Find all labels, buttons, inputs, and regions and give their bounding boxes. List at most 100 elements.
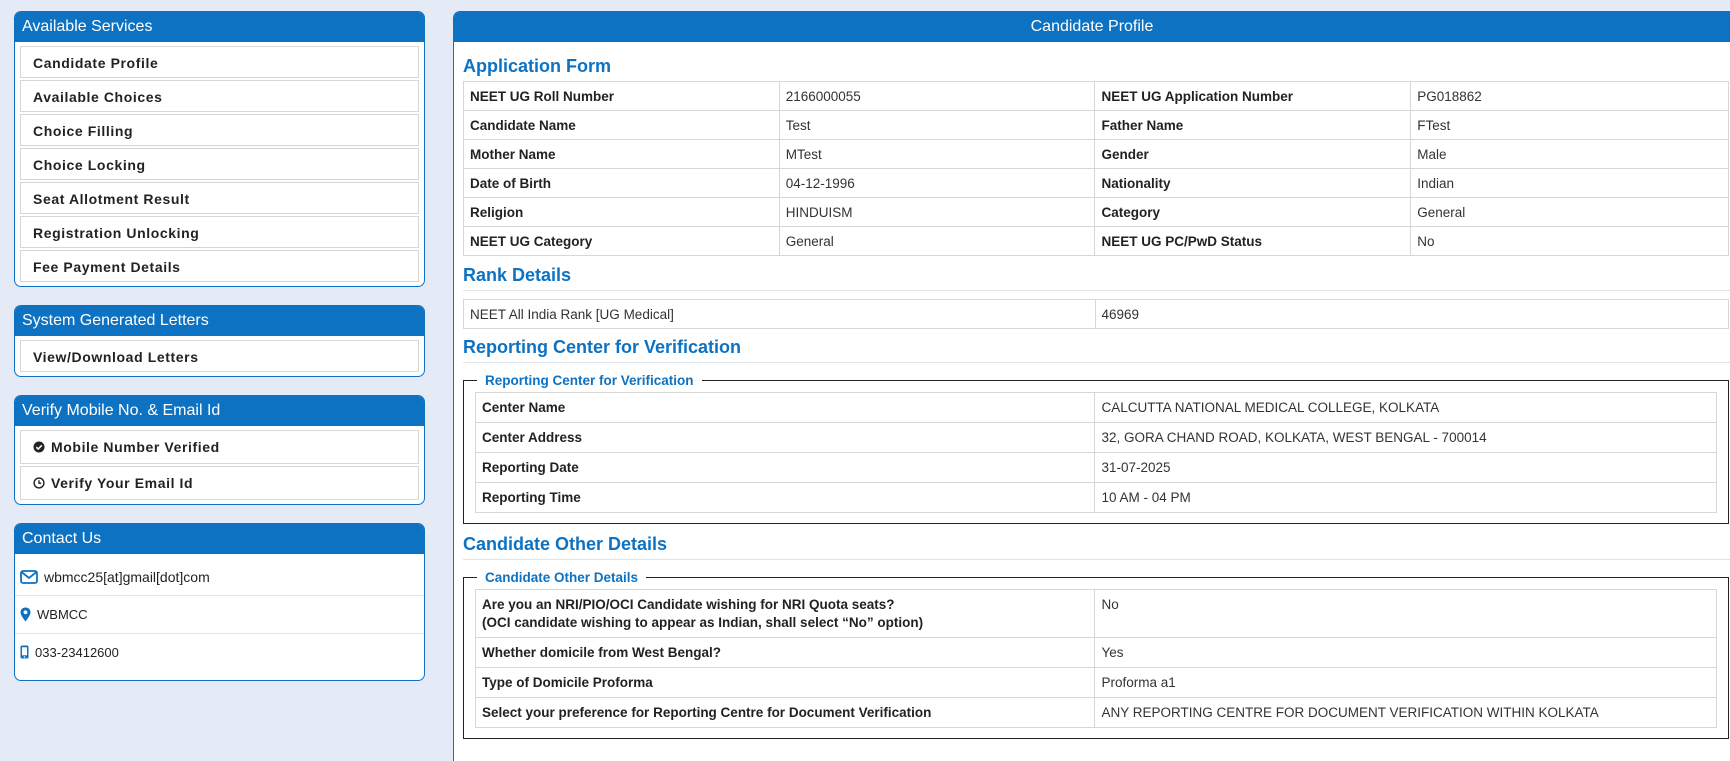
contact-phone: 033-23412600	[35, 644, 119, 660]
contact-email-row[interactable]: wbmcc25[at]gmail[dot]com	[15, 558, 424, 596]
menu-item-available-choices[interactable]: Available Choices	[20, 80, 419, 112]
table-row: Mother Name MTest Gender Male	[463, 139, 1729, 169]
field-label: Religion	[463, 197, 780, 227]
clock-icon	[33, 477, 45, 489]
contact-org-row: WBMCC	[15, 596, 424, 634]
check-circle-icon	[33, 441, 45, 453]
field-value: No	[1410, 226, 1729, 256]
rank-value: 46969	[1094, 299, 1729, 329]
table-row: NEET All India Rank [UG Medical] 46969	[463, 299, 1729, 329]
rank-details-title: Rank Details	[463, 265, 572, 285]
field-label: Center Name	[474, 392, 1096, 423]
map-marker-icon	[20, 607, 31, 622]
field-label: Mother Name	[463, 139, 780, 169]
field-value: 32, GORA CHAND ROAD, KOLKATA, WEST BENGA…	[1094, 422, 1717, 453]
table-row: NEET UG Category General NEET UG PC/PwD St…	[463, 226, 1729, 256]
nri-question-line1: Are you an NRI/PIO/OCI Candidate wishing…	[482, 596, 895, 612]
contact-panel-title: Contact Us	[15, 524, 424, 554]
field-label: Father Name	[1094, 110, 1412, 140]
rank-details-table: NEET All India Rank [UG Medical] 46969	[463, 299, 1729, 329]
field-label: NEET UG Application Number	[1094, 81, 1412, 111]
field-label: Select your preference for Reporting Cen…	[474, 697, 1096, 728]
field-label: Reporting Time	[474, 482, 1096, 513]
verify-email-item[interactable]: Verify Your Email Id	[20, 466, 419, 500]
reporting-center-table: Center Name CALCUTTA NATIONAL MEDICAL COL…	[474, 392, 1717, 513]
field-value: Yes	[1094, 637, 1717, 668]
verify-email-label: Verify Your Email Id	[51, 475, 194, 491]
menu-item-choice-filling[interactable]: Choice Filling	[20, 114, 419, 146]
nri-question: Are you an NRI/PIO/OCI Candidate wishing…	[474, 589, 1096, 638]
system-letters-panel: System Generated Letters View/Download L…	[14, 305, 425, 377]
field-label: Whether domicile from West Bengal?	[474, 637, 1096, 668]
field-value: 31-07-2025	[1094, 452, 1717, 483]
field-label: Nationality	[1094, 168, 1412, 198]
other-details-title: Candidate Other Details	[463, 534, 668, 554]
field-value: HINDUISM	[778, 197, 1096, 227]
field-label: Type of Domicile Proforma	[474, 667, 1096, 698]
table-row: Candidate Name Test Father Name FTest	[463, 110, 1729, 140]
field-value: General	[1410, 197, 1729, 227]
field-label: Gender	[1094, 139, 1412, 169]
page-title: Candidate Profile	[454, 12, 1730, 42]
menu-item-view-download-letters[interactable]: View/Download Letters	[20, 340, 419, 372]
field-value: Proforma a1	[1094, 667, 1717, 698]
field-value: General	[778, 226, 1096, 256]
field-value: 10 AM - 04 PM	[1094, 482, 1717, 513]
table-row: NEET UG Roll Number 2166000055 NEET UG App…	[463, 81, 1729, 111]
application-form-table: NEET UG Roll Number 2166000055 NEET UG App…	[463, 81, 1729, 256]
other-details-fieldset: Candidate Other Details Are you an NRI/P…	[463, 570, 1729, 739]
table-row: Reporting Time 10 AM - 04 PM	[474, 482, 1717, 513]
verify-panel-title: Verify Mobile No. & Email Id	[15, 396, 424, 426]
sidebar: Available Services Candidate Profile Ava…	[14, 11, 425, 699]
verify-panel: Verify Mobile No. & Email Id Mobile Numb…	[14, 395, 425, 505]
contact-phone-row[interactable]: 033-23412600	[15, 634, 424, 670]
field-label: Candidate Name	[463, 110, 780, 140]
table-row: Select your preference for Reporting Cen…	[474, 697, 1717, 728]
other-details-legend: Candidate Other Details	[485, 570, 639, 585]
other-details-table: Are you an NRI/PIO/OCI Candidate wishing…	[474, 589, 1717, 728]
table-row: Type of Domicile Proforma Proforma a1	[474, 667, 1717, 698]
menu-item-candidate-profile[interactable]: Candidate Profile	[20, 46, 419, 78]
nri-answer: No	[1094, 589, 1717, 638]
menu-item-registration-unlocking[interactable]: Registration Unlocking	[20, 216, 419, 248]
field-value: 04-12-1996	[778, 168, 1096, 198]
field-label: NEET UG Category	[463, 226, 780, 256]
application-form-title: Application Form	[463, 56, 611, 76]
table-row: Center Address 32, GORA CHAND ROAD, KOLKA…	[474, 422, 1717, 453]
mobile-phone-icon	[20, 645, 29, 659]
table-row: Reporting Date 31-07-2025	[474, 452, 1717, 483]
field-label: Date of Birth	[463, 168, 780, 198]
table-row: Are you an NRI/PIO/OCI Candidate wishing…	[474, 589, 1717, 638]
menu-item-fee-payment-details[interactable]: Fee Payment Details	[20, 250, 419, 282]
field-value: Test	[778, 110, 1096, 140]
field-value: PG018862	[1410, 81, 1729, 111]
field-label: Category	[1094, 197, 1412, 227]
field-value: FTest	[1410, 110, 1729, 140]
mobile-verified-item[interactable]: Mobile Number Verified	[20, 430, 419, 464]
field-label: NEET UG Roll Number	[463, 81, 780, 111]
envelope-icon	[20, 569, 38, 584]
field-value: Indian	[1410, 168, 1729, 198]
field-value: ANY REPORTING CENTRE FOR DOCUMENT VERIFI…	[1094, 697, 1717, 728]
mobile-verified-label: Mobile Number Verified	[51, 439, 220, 455]
field-value: 2166000055	[778, 81, 1096, 111]
rank-label: NEET All India Rank [UG Medical]	[463, 299, 1096, 329]
reporting-center-title: Reporting Center for Verification	[463, 337, 742, 357]
contact-email: wbmcc25[at]gmail[dot]com	[44, 568, 210, 585]
contact-org: WBMCC	[37, 607, 88, 622]
table-row: Religion HINDUISM Category General	[463, 197, 1729, 227]
field-label: NEET UG PC/PwD Status	[1094, 226, 1412, 256]
field-label: Center Address	[474, 422, 1096, 453]
system-letters-title: System Generated Letters	[15, 306, 424, 336]
menu-item-seat-allotment-result[interactable]: Seat Allotment Result	[20, 182, 419, 214]
field-label: Reporting Date	[474, 452, 1096, 483]
available-services-panel: Available Services Candidate Profile Ava…	[14, 11, 425, 287]
table-row: Whether domicile from West Bengal? Yes	[474, 637, 1717, 668]
nri-question-line2: (OCI candidate wishing to appear as Indi…	[482, 614, 924, 630]
candidate-profile-panel: Candidate Profile Application Form NEET …	[453, 11, 1730, 761]
menu-item-choice-locking[interactable]: Choice Locking	[20, 148, 419, 180]
field-value: CALCUTTA NATIONAL MEDICAL COLLEGE, KOLKA…	[1094, 392, 1717, 423]
field-value: Male	[1410, 139, 1729, 169]
reporting-center-fieldset: Reporting Center for Verification Center…	[463, 373, 1729, 524]
table-row: Center Name CALCUTTA NATIONAL MEDICAL COL…	[474, 392, 1717, 423]
